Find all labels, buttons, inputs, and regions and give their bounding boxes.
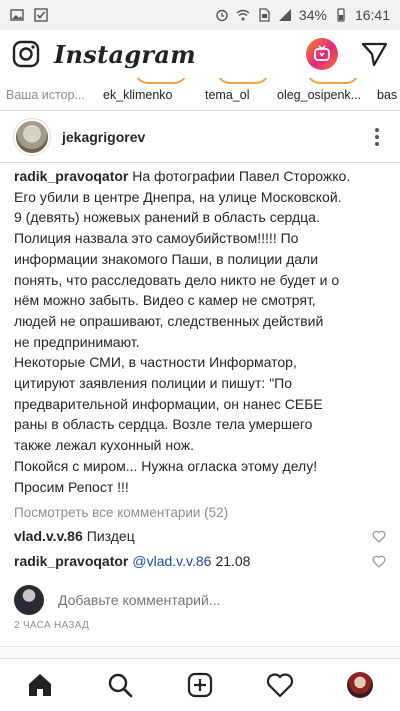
more-options-icon[interactable]	[368, 128, 386, 146]
author-avatar[interactable]	[14, 119, 50, 155]
direct-icon[interactable]	[360, 40, 388, 68]
divider	[0, 110, 400, 111]
caption-line: Просим Репост !!!	[14, 478, 129, 495]
view-all-comments-link[interactable]: Посмотреть все комментарии (52)	[14, 505, 228, 520]
caption-line: людей не опрашивают, следственных действ…	[14, 312, 324, 329]
comment-row: radik_pravoqator @vlad.v.v.86 21.08	[14, 553, 386, 569]
caption-line: также лежал кухонный нож.	[14, 437, 194, 454]
comment-row: vlad.v.v.86 Пиздец	[14, 528, 386, 544]
story-label[interactable]: tema_ol	[205, 88, 249, 102]
clock: 16:41	[354, 7, 390, 23]
caption-line: цитируют заявления полиции и пишут: "По	[14, 375, 293, 392]
caption-line: раны в область сердца. Возле тела умерше…	[14, 416, 313, 433]
story-ring	[306, 78, 360, 84]
bottom-nav	[0, 658, 400, 711]
comment-mention[interactable]: @vlad.v.v.86	[132, 553, 211, 569]
caption-line: предварительной информации, он нанес СЕБ…	[14, 395, 323, 412]
caption-author[interactable]: radik_pravoqator	[14, 168, 128, 184]
story-ring	[134, 78, 188, 84]
post-caption: radik_pravoqator На фотографии Павел Сто…	[14, 166, 390, 497]
gallery-notification-icon	[10, 9, 24, 21]
activity-icon[interactable]	[260, 665, 300, 705]
my-avatar	[14, 585, 44, 615]
caption-line: Его убили в центре Днепра, на улице Моск…	[14, 188, 342, 205]
post-timestamp: 2 ЧАСА НАЗАД	[14, 620, 90, 631]
story-label[interactable]: oleg_osipenk...	[277, 88, 361, 102]
story-label[interactable]: bas	[377, 88, 397, 102]
story-label[interactable]: ek_klimenko	[103, 88, 172, 102]
comment-author[interactable]: vlad.v.v.86	[14, 528, 83, 544]
battery-percent: 34%	[298, 7, 327, 23]
post-header: jekagrigorev	[0, 116, 400, 158]
profile-avatar	[347, 672, 373, 698]
caption-line: 9 (девять) ножевых ранений в область сер…	[14, 209, 320, 226]
comment-text: 21.08	[215, 553, 251, 569]
add-comment-row	[14, 583, 386, 617]
stories-strip[interactable]: Ваша истор... ek_klimenko tema_ol oleg_o…	[0, 78, 400, 110]
sim-icon	[259, 8, 270, 22]
caption-line: нём можно забыть. Видео с камер не смотр…	[14, 292, 316, 309]
caption-line: Полиция назвала это самоубийством!!!!! П…	[14, 230, 299, 247]
feed-spacer	[0, 646, 400, 658]
status-bar: 34% 16:41	[0, 0, 400, 30]
search-icon[interactable]	[100, 665, 140, 705]
story-own-label[interactable]: Ваша истор...	[6, 88, 85, 102]
app-header: Instagram	[0, 30, 400, 78]
caption-line: понять, что расследовать дело никто не б…	[14, 271, 340, 288]
add-comment-input[interactable]	[58, 592, 358, 608]
caption-line: не предпринимают.	[14, 333, 140, 350]
like-comment-icon[interactable]	[372, 530, 386, 543]
home-icon[interactable]	[20, 665, 60, 705]
igtv-icon[interactable]	[306, 38, 338, 70]
caption-line: Покойся с миром... Нужна огласка этому д…	[14, 457, 318, 474]
new-post-icon[interactable]	[180, 665, 220, 705]
like-comment-icon[interactable]	[372, 555, 386, 568]
divider	[0, 162, 400, 163]
camera-icon[interactable]	[12, 40, 40, 68]
signal-icon	[278, 9, 291, 21]
comment-text: Пиздец	[86, 528, 135, 544]
caption-line: Некоторые СМИ, в частности Информатор,	[14, 354, 297, 371]
checkbox-notification-icon	[34, 8, 48, 22]
wifi-icon	[236, 9, 250, 21]
post-author[interactable]: jekagrigorev	[62, 129, 145, 145]
story-ring	[216, 78, 270, 84]
comment-author[interactable]: radik_pravoqator	[14, 553, 128, 569]
caption-line: На фотографии Павел Сторожко.	[132, 168, 351, 184]
app-logo: Instagram	[54, 39, 196, 69]
profile-tab[interactable]	[340, 665, 380, 705]
alarm-icon	[216, 9, 228, 22]
caption-line: информации знакомого Паши, в полиции дал…	[14, 250, 319, 267]
battery-icon	[337, 8, 345, 22]
